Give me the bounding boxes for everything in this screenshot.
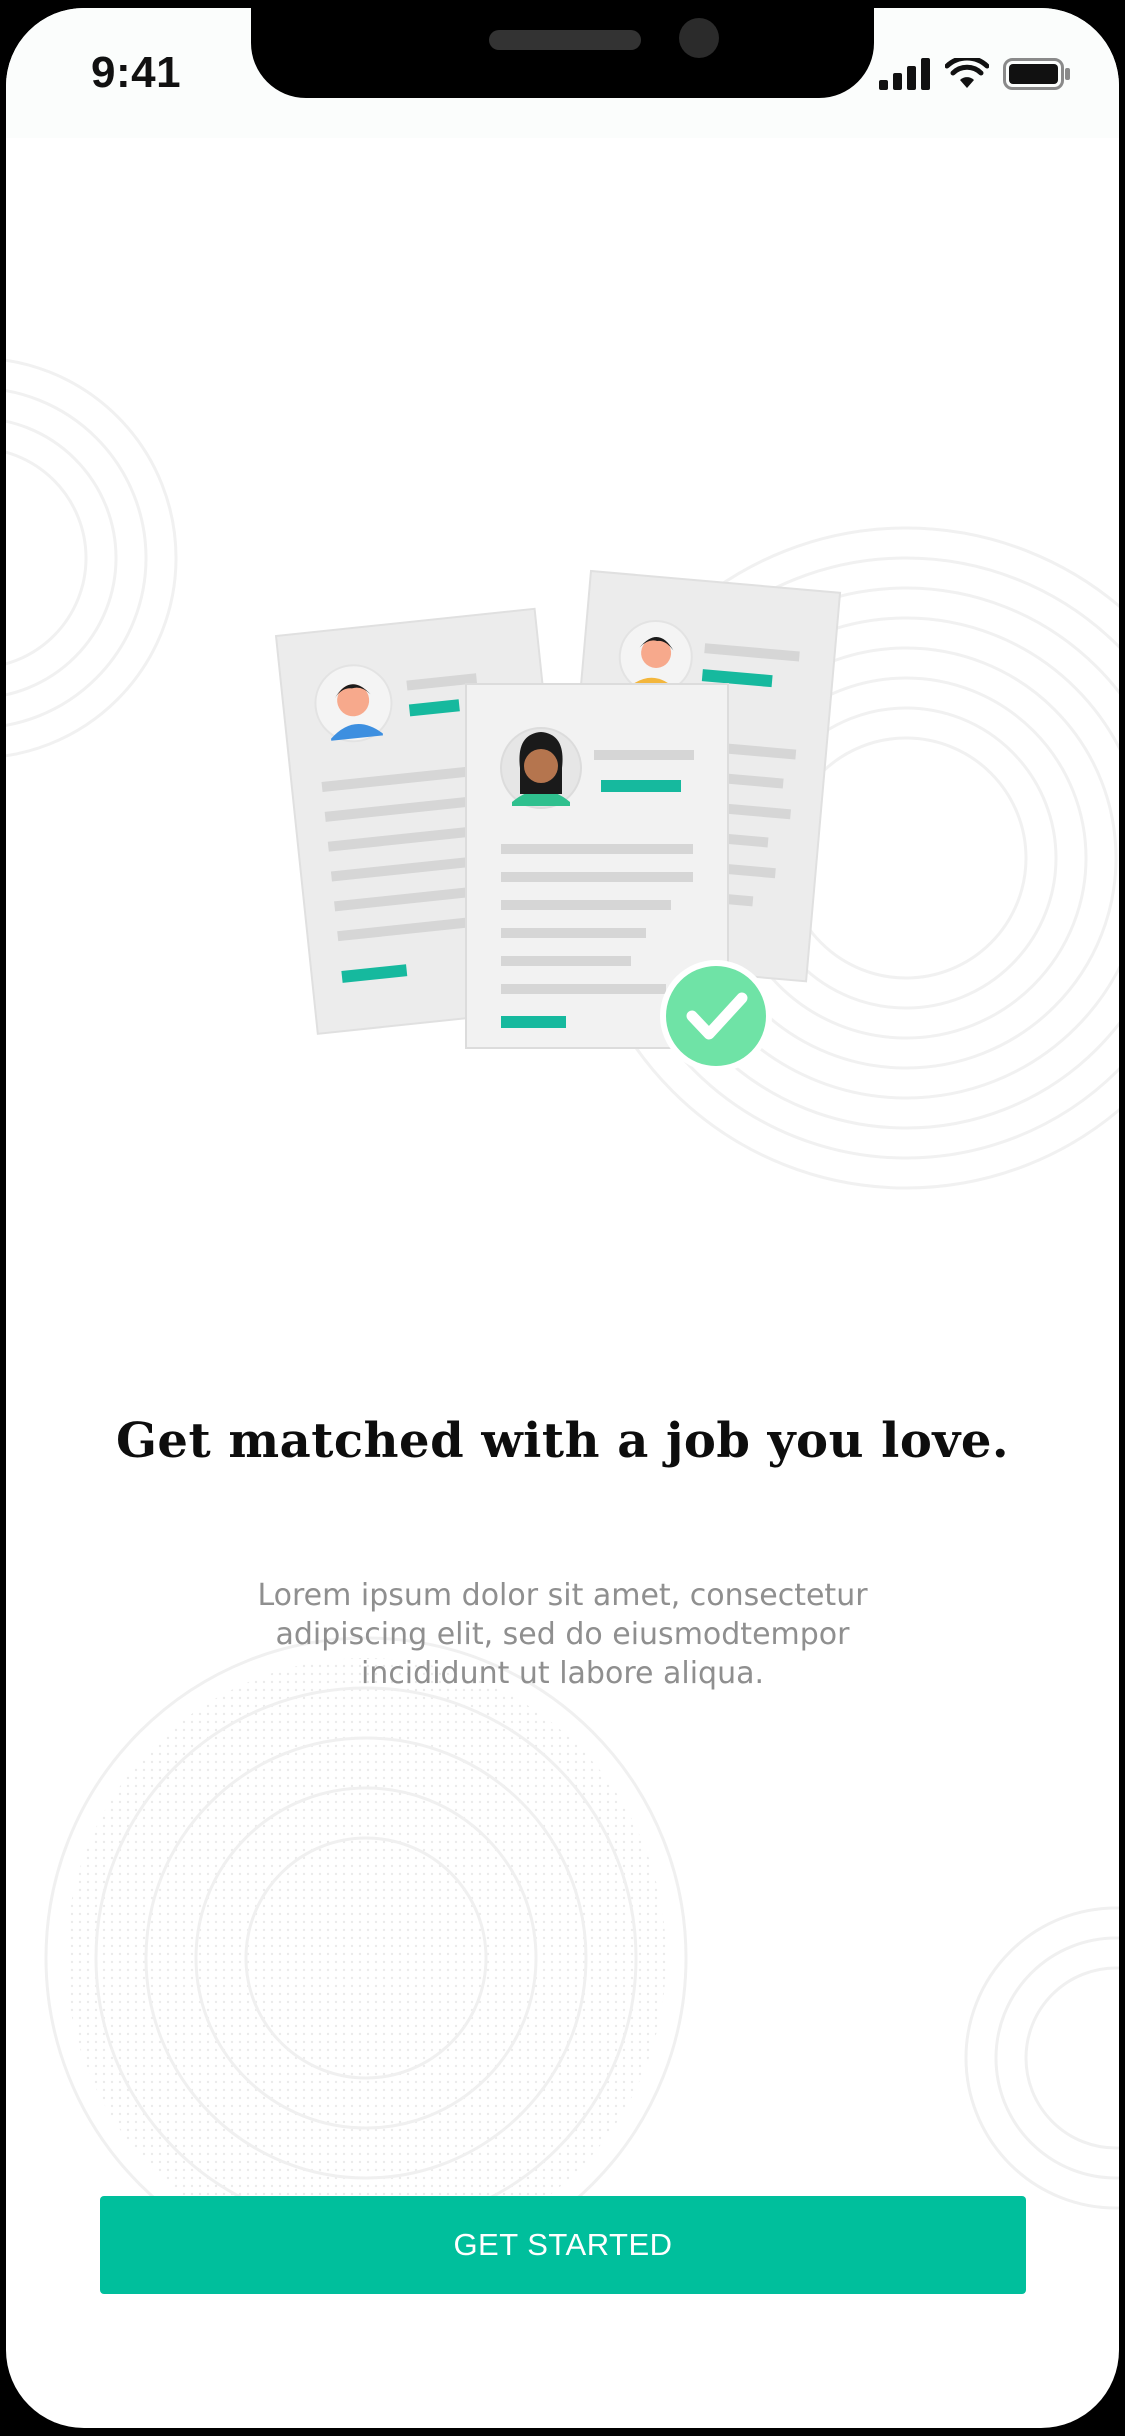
front-camera xyxy=(679,18,719,58)
speaker-grille xyxy=(489,30,641,50)
background-pattern xyxy=(6,358,1119,2280)
onboarding-description: Lorem ipsum dolor sit amet, consectetur … xyxy=(257,1578,868,1691)
resume-documents-checkmark-illustration xyxy=(274,569,842,1072)
get-started-button[interactable]: GET STARTED xyxy=(100,2196,1026,2294)
device-notch xyxy=(251,8,874,98)
status-time: 9:41 xyxy=(91,48,182,97)
onboarding-headline: Get matched with a job you love. xyxy=(115,1413,1010,1469)
phone-frame: 9:41 Get matched with a job you love. Lo… xyxy=(0,0,1125,2436)
checkmark-badge-icon xyxy=(660,960,772,1072)
battery-icon xyxy=(1003,58,1070,90)
status-icons xyxy=(879,56,1071,92)
screen: 9:41 Get matched with a job you love. Lo… xyxy=(6,8,1119,2428)
cellular-signal-icon xyxy=(879,58,930,90)
wifi-icon xyxy=(945,58,989,88)
